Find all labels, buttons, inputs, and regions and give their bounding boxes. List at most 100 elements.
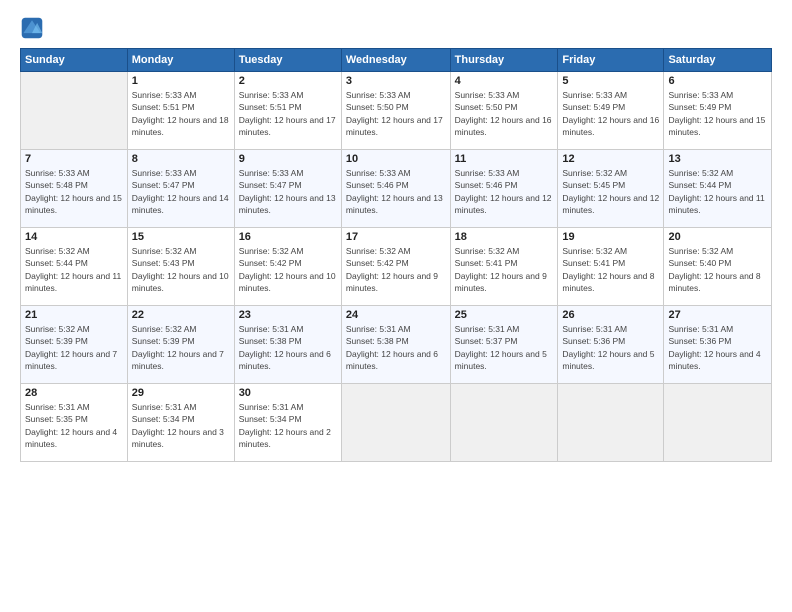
day-number: 28 — [25, 387, 123, 399]
calendar-cell: 9 Sunrise: 5:33 AMSunset: 5:47 PMDaylight… — [234, 150, 341, 228]
day-info: Sunrise: 5:32 AMSunset: 5:40 PMDaylight:… — [668, 245, 767, 294]
calendar-cell: 5 Sunrise: 5:33 AMSunset: 5:49 PMDaylight… — [558, 72, 664, 150]
day-info: Sunrise: 5:33 AMSunset: 5:51 PMDaylight:… — [132, 89, 230, 138]
day-info: Sunrise: 5:32 AMSunset: 5:42 PMDaylight:… — [346, 245, 446, 294]
day-info: Sunrise: 5:31 AMSunset: 5:35 PMDaylight:… — [25, 401, 123, 450]
day-number: 17 — [346, 231, 446, 243]
calendar-cell: 4 Sunrise: 5:33 AMSunset: 5:50 PMDaylight… — [450, 72, 558, 150]
day-number: 22 — [132, 309, 230, 321]
calendar-cell: 2 Sunrise: 5:33 AMSunset: 5:51 PMDaylight… — [234, 72, 341, 150]
calendar-cell: 30 Sunrise: 5:31 AMSunset: 5:34 PMDayligh… — [234, 384, 341, 462]
calendar-cell: 26 Sunrise: 5:31 AMSunset: 5:36 PMDayligh… — [558, 306, 664, 384]
day-info: Sunrise: 5:31 AMSunset: 5:34 PMDaylight:… — [132, 401, 230, 450]
day-info: Sunrise: 5:33 AMSunset: 5:49 PMDaylight:… — [668, 89, 767, 138]
calendar-table: SundayMondayTuesdayWednesdayThursdayFrid… — [20, 48, 772, 462]
calendar-week-row: 21 Sunrise: 5:32 AMSunset: 5:39 PMDayligh… — [21, 306, 772, 384]
calendar-week-row: 14 Sunrise: 5:32 AMSunset: 5:44 PMDayligh… — [21, 228, 772, 306]
day-info: Sunrise: 5:33 AMSunset: 5:49 PMDaylight:… — [562, 89, 659, 138]
day-number: 25 — [455, 309, 554, 321]
calendar-cell: 13 Sunrise: 5:32 AMSunset: 5:44 PMDayligh… — [664, 150, 772, 228]
calendar-week-row: 1 Sunrise: 5:33 AMSunset: 5:51 PMDaylight… — [21, 72, 772, 150]
day-number: 6 — [668, 75, 767, 87]
calendar-cell: 8Sunrise: 5:33 AMSunset: 5:47 PMDaylight… — [127, 150, 234, 228]
calendar-cell: 11 Sunrise: 5:33 AMSunset: 5:46 PMDayligh… — [450, 150, 558, 228]
weekday-header: Monday — [127, 49, 234, 72]
day-info: Sunrise: 5:32 AMSunset: 5:39 PMDaylight:… — [25, 323, 123, 372]
day-number: 1 — [132, 75, 230, 87]
day-number: 14 — [25, 231, 123, 243]
day-info: Sunrise: 5:33 AMSunset: 5:47 PMDaylight:… — [132, 167, 230, 216]
day-info: Sunrise: 5:32 AMSunset: 5:44 PMDaylight:… — [25, 245, 123, 294]
calendar-cell: 10 Sunrise: 5:33 AMSunset: 5:46 PMDayligh… — [341, 150, 450, 228]
calendar-page: SundayMondayTuesdayWednesdayThursdayFrid… — [0, 0, 792, 612]
day-number: 10 — [346, 153, 446, 165]
day-info: Sunrise: 5:31 AMSunset: 5:36 PMDaylight:… — [562, 323, 659, 372]
calendar-cell: 28 Sunrise: 5:31 AMSunset: 5:35 PMDayligh… — [21, 384, 128, 462]
day-info: Sunrise: 5:33 AMSunset: 5:46 PMDaylight:… — [455, 167, 554, 216]
page-header — [20, 16, 772, 40]
day-info: Sunrise: 5:33 AMSunset: 5:50 PMDaylight:… — [455, 89, 554, 138]
day-number: 11 — [455, 153, 554, 165]
day-number: 4 — [455, 75, 554, 87]
day-info: Sunrise: 5:31 AMSunset: 5:34 PMDaylight:… — [239, 401, 337, 450]
calendar-cell: 15Sunrise: 5:32 AMSunset: 5:43 PMDayligh… — [127, 228, 234, 306]
day-number: 21 — [25, 309, 123, 321]
day-number: 9 — [239, 153, 337, 165]
day-info: Sunrise: 5:32 AMSunset: 5:44 PMDaylight:… — [668, 167, 767, 216]
day-info: Sunrise: 5:33 AMSunset: 5:48 PMDaylight:… — [25, 167, 123, 216]
day-number: 30 — [239, 387, 337, 399]
calendar-cell: 16 Sunrise: 5:32 AMSunset: 5:42 PMDayligh… — [234, 228, 341, 306]
calendar-cell: 12Sunrise: 5:32 AMSunset: 5:45 PMDayligh… — [558, 150, 664, 228]
day-number: 3 — [346, 75, 446, 87]
calendar-cell — [21, 72, 128, 150]
day-number: 12 — [562, 153, 659, 165]
weekday-header: Saturday — [664, 49, 772, 72]
day-number: 15 — [132, 231, 230, 243]
calendar-cell — [664, 384, 772, 462]
calendar-cell: 14 Sunrise: 5:32 AMSunset: 5:44 PMDayligh… — [21, 228, 128, 306]
weekday-header: Wednesday — [341, 49, 450, 72]
day-info: Sunrise: 5:31 AMSunset: 5:36 PMDaylight:… — [668, 323, 767, 372]
weekday-header: Tuesday — [234, 49, 341, 72]
calendar-cell: 25 Sunrise: 5:31 AMSunset: 5:37 PMDayligh… — [450, 306, 558, 384]
calendar-cell — [341, 384, 450, 462]
calendar-cell: 6 Sunrise: 5:33 AMSunset: 5:49 PMDaylight… — [664, 72, 772, 150]
weekday-header-row: SundayMondayTuesdayWednesdayThursdayFrid… — [21, 49, 772, 72]
calendar-cell: 7Sunrise: 5:33 AMSunset: 5:48 PMDaylight… — [21, 150, 128, 228]
day-number: 23 — [239, 309, 337, 321]
day-number: 2 — [239, 75, 337, 87]
weekday-header: Friday — [558, 49, 664, 72]
calendar-cell — [450, 384, 558, 462]
calendar-cell: 23Sunrise: 5:31 AMSunset: 5:38 PMDayligh… — [234, 306, 341, 384]
logo-icon — [20, 16, 44, 40]
day-info: Sunrise: 5:33 AMSunset: 5:47 PMDaylight:… — [239, 167, 337, 216]
calendar-cell: 27Sunrise: 5:31 AMSunset: 5:36 PMDayligh… — [664, 306, 772, 384]
day-number: 20 — [668, 231, 767, 243]
day-info: Sunrise: 5:33 AMSunset: 5:51 PMDaylight:… — [239, 89, 337, 138]
day-info: Sunrise: 5:31 AMSunset: 5:38 PMDaylight:… — [346, 323, 446, 372]
day-number: 24 — [346, 309, 446, 321]
day-info: Sunrise: 5:31 AMSunset: 5:37 PMDaylight:… — [455, 323, 554, 372]
day-number: 19 — [562, 231, 659, 243]
day-number: 18 — [455, 231, 554, 243]
day-number: 5 — [562, 75, 659, 87]
calendar-cell — [558, 384, 664, 462]
weekday-header: Sunday — [21, 49, 128, 72]
calendar-cell: 24 Sunrise: 5:31 AMSunset: 5:38 PMDayligh… — [341, 306, 450, 384]
day-number: 16 — [239, 231, 337, 243]
day-info: Sunrise: 5:33 AMSunset: 5:46 PMDaylight:… — [346, 167, 446, 216]
weekday-header: Thursday — [450, 49, 558, 72]
calendar-cell: 22 Sunrise: 5:32 AMSunset: 5:39 PMDayligh… — [127, 306, 234, 384]
calendar-week-row: 7Sunrise: 5:33 AMSunset: 5:48 PMDaylight… — [21, 150, 772, 228]
calendar-cell: 20 Sunrise: 5:32 AMSunset: 5:40 PMDayligh… — [664, 228, 772, 306]
calendar-cell: 1 Sunrise: 5:33 AMSunset: 5:51 PMDaylight… — [127, 72, 234, 150]
calendar-cell: 19Sunrise: 5:32 AMSunset: 5:41 PMDayligh… — [558, 228, 664, 306]
calendar-cell: 21 Sunrise: 5:32 AMSunset: 5:39 PMDayligh… — [21, 306, 128, 384]
day-number: 26 — [562, 309, 659, 321]
calendar-cell: 17 Sunrise: 5:32 AMSunset: 5:42 PMDayligh… — [341, 228, 450, 306]
day-info: Sunrise: 5:32 AMSunset: 5:39 PMDaylight:… — [132, 323, 230, 372]
day-number: 29 — [132, 387, 230, 399]
day-number: 13 — [668, 153, 767, 165]
day-info: Sunrise: 5:33 AMSunset: 5:50 PMDaylight:… — [346, 89, 446, 138]
day-info: Sunrise: 5:32 AMSunset: 5:42 PMDaylight:… — [239, 245, 337, 294]
